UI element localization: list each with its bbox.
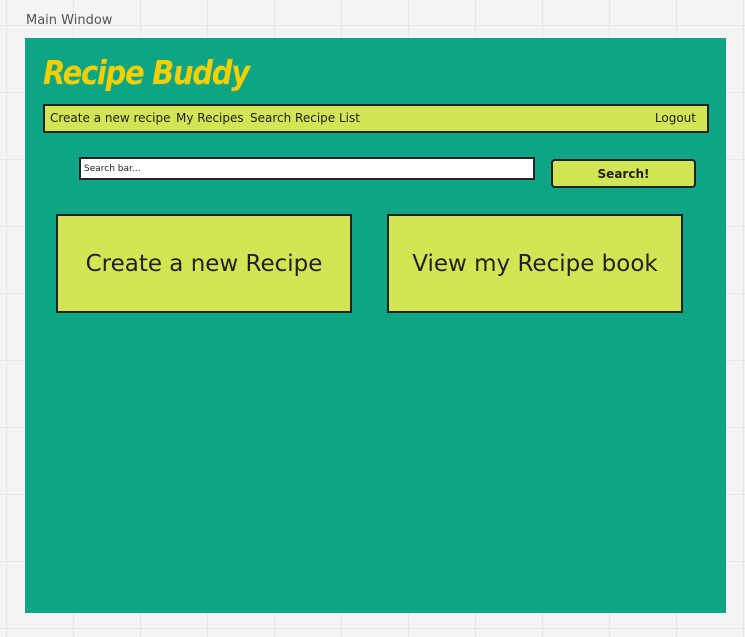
frame-label: Main Window (26, 13, 113, 28)
main-window: Recipe Buddy Create a new recipe My Reci… (25, 38, 726, 613)
view-recipe-book-card[interactable]: View my Recipe book (387, 214, 683, 313)
search-input[interactable] (79, 157, 535, 180)
nav-my-recipes[interactable]: My Recipes (176, 111, 244, 125)
app-logo: Recipe Buddy (43, 53, 250, 92)
nav-search-recipe-list[interactable]: Search Recipe List (250, 111, 360, 125)
create-recipe-card[interactable]: Create a new Recipe (56, 214, 352, 313)
nav-create-recipe[interactable]: Create a new recipe (50, 111, 170, 125)
nav-logout[interactable]: Logout (655, 111, 696, 125)
navbar: Create a new recipe My Recipes Search Re… (43, 104, 709, 133)
search-button[interactable]: Search! (551, 159, 696, 188)
